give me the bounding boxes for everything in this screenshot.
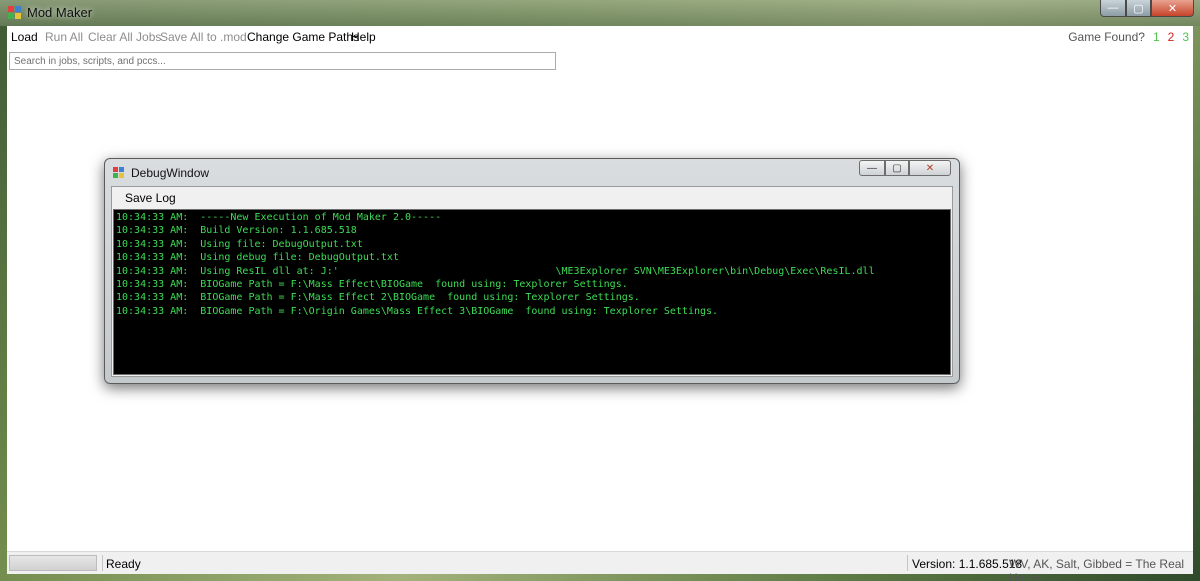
status-separator — [102, 555, 103, 571]
close-button[interactable]: ✕ — [1151, 0, 1194, 17]
debug-window-controls: — ▢ ✕ — [859, 160, 951, 176]
status-separator — [907, 555, 908, 571]
app-icon — [8, 6, 21, 19]
menu-run-all[interactable]: Run All — [45, 30, 83, 44]
debug-maximize-button[interactable]: ▢ — [885, 160, 909, 176]
status-text: Ready — [106, 557, 141, 571]
game-found-label: Game Found? — [1068, 30, 1145, 44]
game-1-status: 1 — [1152, 30, 1160, 44]
log-line: 10:34:33 AM: Using debug file: DebugOutp… — [116, 252, 399, 264]
save-log-menu[interactable]: Save Log — [125, 191, 176, 205]
debug-window: DebugWindow — ▢ ✕ Save Log 10:34:33 AM: … — [104, 158, 960, 384]
menu-help[interactable]: Help — [351, 30, 376, 44]
window-title: Mod Maker — [27, 5, 93, 20]
credits-label: WV, AK, Salt, Gibbed = The Real Heros — [1009, 557, 1185, 581]
menu-clear-all-jobs[interactable]: Clear All Jobs — [88, 30, 161, 44]
version-label: Version: 1.1.685.518 — [912, 557, 1023, 571]
menu-load[interactable]: Load — [11, 30, 38, 44]
menu-change-game-paths[interactable]: Change Game Paths — [247, 30, 359, 44]
log-line: 10:34:33 AM: Using ResIL dll at: J:' \ME… — [116, 265, 875, 277]
debug-window-title: DebugWindow — [131, 166, 210, 180]
debug-console[interactable]: 10:34:33 AM: -----New Execution of Mod M… — [113, 209, 951, 375]
minimize-icon: — — [1107, 2, 1119, 14]
log-line: 10:34:33 AM: BIOGame Path = F:\Origin Ga… — [116, 305, 719, 317]
debug-close-button[interactable]: ✕ — [909, 160, 951, 176]
debug-title-bar[interactable]: DebugWindow — ▢ ✕ — [105, 159, 959, 185]
debug-minimize-button[interactable]: — — [859, 160, 885, 176]
game-found-indicator: Game Found? 1 2 3 — [1068, 30, 1189, 44]
window-controls: — ▢ ✕ — [1100, 0, 1194, 17]
log-line: 10:34:33 AM: -----New Execution of Mod M… — [116, 212, 442, 223]
debug-app-icon — [113, 167, 125, 179]
title-bar[interactable]: Mod Maker — ▢ ✕ — [0, 0, 1200, 26]
status-bar: Ready Version: 1.1.685.518 WV, AK, Salt,… — [7, 551, 1193, 581]
game-3-status: 3 — [1182, 30, 1189, 44]
log-line: 10:34:33 AM: BIOGame Path = F:\Mass Effe… — [116, 279, 628, 291]
maximize-button[interactable]: ▢ — [1126, 0, 1151, 17]
maximize-icon: ▢ — [892, 162, 902, 174]
close-icon: ✕ — [1167, 2, 1178, 15]
menu-bar: Load Run All Clear All Jobs Save All to … — [7, 26, 1193, 48]
progress-bar — [9, 555, 97, 571]
minimize-icon: — — [867, 162, 877, 174]
maximize-icon: ▢ — [1133, 2, 1144, 15]
menu-save-all-to-mod[interactable]: Save All to .mod — [160, 30, 247, 44]
game-2-status: 2 — [1167, 30, 1175, 44]
search-input[interactable] — [9, 52, 556, 70]
minimize-button[interactable]: — — [1100, 0, 1126, 17]
log-line: 10:34:33 AM: BIOGame Path = F:\Mass Effe… — [116, 292, 640, 304]
close-icon: ✕ — [925, 162, 935, 174]
debug-client-area: Save Log 10:34:33 AM: -----New Execution… — [111, 186, 953, 377]
log-line: 10:34:33 AM: Using file: DebugOutput.txt — [116, 238, 363, 250]
log-line: 10:34:33 AM: Build Version: 1.1.685.518 — [116, 225, 357, 237]
